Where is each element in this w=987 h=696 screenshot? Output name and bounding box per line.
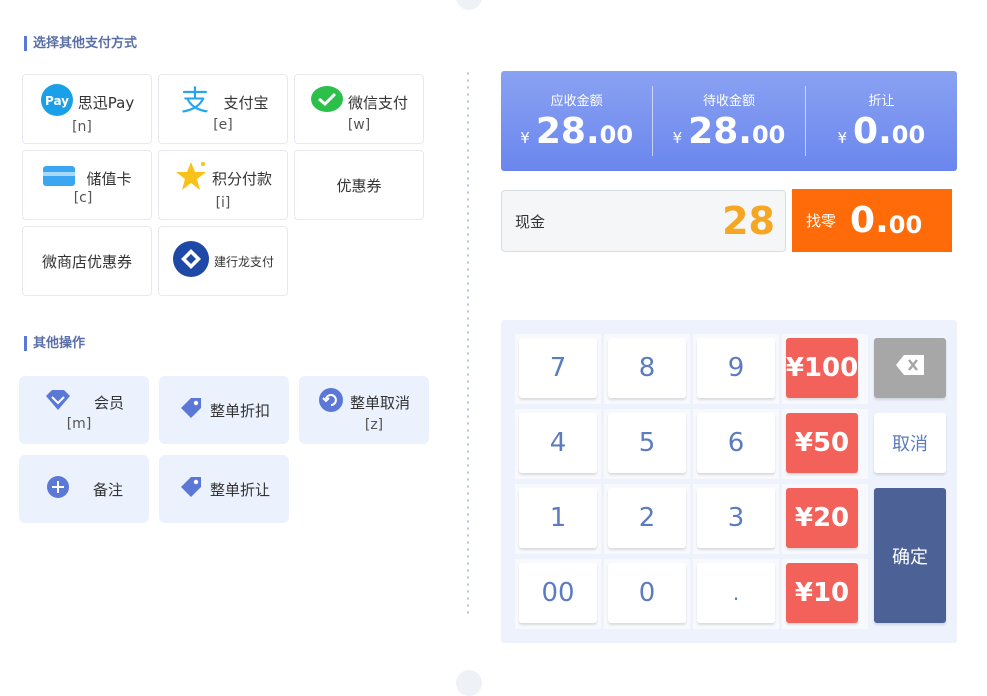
plus-circle-icon <box>45 474 71 504</box>
alipay-icon: 支 <box>177 84 213 119</box>
receivable-amount: 应收金额 ¥28. 00 <box>501 71 652 171</box>
payment-wechat[interactable]: 微信支付 [w] <box>294 74 424 144</box>
key-5[interactable]: 5 <box>608 413 686 473</box>
payment-coupon[interactable]: 优惠券 <box>294 150 424 220</box>
quick-20-button[interactable]: ¥20 <box>786 488 858 548</box>
quick-100-button[interactable]: ¥100 <box>786 338 858 398</box>
op-label: 整单折扣 <box>209 401 270 420</box>
key-8[interactable]: 8 <box>608 338 686 398</box>
payment-label: 微信支付 <box>347 93 408 112</box>
shortcut-key: [w] <box>347 117 371 133</box>
pending-amount: 待收金额 ¥28. 00 <box>652 86 804 156</box>
backspace-button[interactable] <box>874 338 946 398</box>
payment-points[interactable]: 积分付款 [i] <box>158 150 288 220</box>
op-label: 会员 <box>93 393 124 412</box>
pending-title: 待收金额 <box>702 94 755 109</box>
key-0[interactable]: 0 <box>608 563 686 623</box>
discount-int: 0. <box>853 111 892 152</box>
shortcut-key: [z] <box>364 417 384 433</box>
backspace-icon <box>895 353 925 383</box>
key-00[interactable]: 00 <box>519 563 597 623</box>
currency-symbol: ¥ <box>520 129 530 147</box>
key-dot[interactable]: . <box>697 563 775 623</box>
payment-label: 建行龙支付 <box>213 254 274 269</box>
payment-ccb-dragon-pay[interactable]: 建行龙支付 <box>158 226 288 296</box>
top-notch <box>456 0 482 10</box>
member-button[interactable]: 会员 [m] <box>19 376 149 444</box>
confirm-button[interactable]: 确定 <box>874 488 946 623</box>
payment-microstore-coupon[interactable]: 微商店优惠券 <box>22 226 152 296</box>
pending-dec: 00 <box>751 121 786 149</box>
star-icon <box>174 159 208 197</box>
shortcut-key: [m] <box>66 416 92 432</box>
quick-10-button[interactable]: ¥10 <box>786 563 858 623</box>
payment-section-title: 选择其他支付方式 <box>24 36 137 51</box>
discount-dec: 00 <box>891 121 926 149</box>
wechat-icon <box>310 85 344 119</box>
payment-label: 积分付款 <box>211 169 272 188</box>
tag-icon <box>178 395 204 425</box>
undo-icon <box>318 387 344 417</box>
payment-sixun-pay[interactable]: Pay 思迅Pay [n] <box>22 74 152 144</box>
key-6[interactable]: 6 <box>697 413 775 473</box>
cash-input[interactable]: 现金 28 <box>501 190 786 252</box>
shortcut-key: [n] <box>72 119 92 135</box>
shortcut-key: [e] <box>213 117 233 133</box>
discount-amount: 折让 ¥0. 00 <box>804 86 957 156</box>
whole-order-discount-button[interactable]: 整单折扣 <box>159 376 289 444</box>
amount-summary: 应收金额 ¥28. 00 待收金额 ¥28. 00 折让 ¥0. 00 <box>501 71 957 171</box>
currency-symbol: ¥ <box>672 129 683 147</box>
op-label: 整单取消 <box>349 393 410 412</box>
payment-label: 储值卡 <box>86 169 132 188</box>
key-2[interactable]: 2 <box>608 488 686 548</box>
receivable-int: 28. <box>535 111 600 152</box>
dotted-divider <box>467 70 469 615</box>
svg-text:Pay: Pay <box>45 94 69 108</box>
key-4[interactable]: 4 <box>519 413 597 473</box>
key-7[interactable]: 7 <box>519 338 597 398</box>
pending-int: 28. <box>688 111 752 152</box>
payment-label: 优惠券 <box>336 176 382 195</box>
keypad: 7 8 9 4 5 6 1 2 3 00 0 . ¥100 ¥50 ¥20 ¥1… <box>501 320 957 643</box>
ccb-icon <box>172 240 210 282</box>
key-1[interactable]: 1 <box>519 488 597 548</box>
payment-label: 思迅Pay <box>77 93 135 112</box>
payment-alipay[interactable]: 支 支付宝 [e] <box>158 74 288 144</box>
currency-symbol: ¥ <box>837 129 848 147</box>
op-label: 整单折让 <box>209 480 270 499</box>
ops-section-title: 其他操作 <box>24 336 85 351</box>
payment-label: 支付宝 <box>223 93 269 112</box>
discount-title: 折让 <box>868 94 895 109</box>
change-dec: 00 <box>888 210 923 239</box>
whole-order-allowance-button[interactable]: 整单折让 <box>159 455 289 523</box>
svg-text:支: 支 <box>181 85 209 115</box>
change-display: 找零 0. 00 <box>792 189 952 252</box>
cancel-button[interactable]: 取消 <box>874 413 946 473</box>
payment-label: 微商店优惠券 <box>41 252 132 271</box>
shortcut-key: [i] <box>215 195 231 211</box>
change-int: 0. <box>850 200 889 241</box>
card-icon <box>42 164 76 192</box>
receivable-dec: 00 <box>599 121 634 149</box>
tag-icon <box>178 474 204 504</box>
receivable-title: 应收金额 <box>550 94 603 109</box>
cash-amount: 28 <box>722 199 775 243</box>
remark-button[interactable]: 备注 <box>19 455 149 523</box>
key-9[interactable]: 9 <box>697 338 775 398</box>
whole-order-cancel-button[interactable]: 整单取消 [z] <box>299 376 429 444</box>
diamond-icon <box>44 388 72 416</box>
quick-50-button[interactable]: ¥50 <box>786 413 858 473</box>
bottom-notch <box>456 670 482 696</box>
change-label: 找零 <box>806 212 837 230</box>
key-3[interactable]: 3 <box>697 488 775 548</box>
pay-icon: Pay <box>40 83 74 121</box>
payment-stored-value-card[interactable]: 储值卡 [c] <box>22 150 152 220</box>
op-label: 备注 <box>92 480 123 499</box>
cash-label: 现金 <box>515 212 546 231</box>
shortcut-key: [c] <box>73 190 93 206</box>
